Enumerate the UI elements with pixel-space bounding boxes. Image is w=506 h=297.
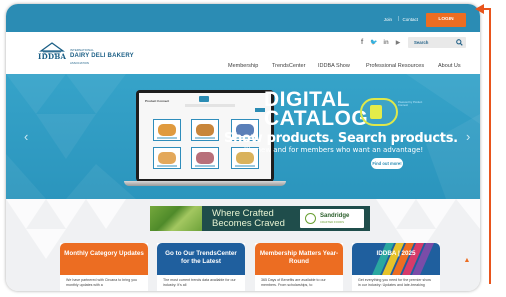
logo-name[interactable]: DAIRY DELI BAKERY [70, 53, 134, 59]
linkedin-icon[interactable]: in [382, 39, 390, 47]
topbar-separator: | [397, 16, 399, 22]
login-button[interactable]: LOGIN [426, 13, 466, 27]
catalog-product-tile [191, 147, 219, 169]
logo-abbrev: IDDBA [38, 52, 67, 61]
card-header [60, 243, 148, 275]
card-stripe-graphic [372, 243, 434, 275]
contact-link[interactable]: Contact [402, 17, 418, 22]
scroll-to-top-icon[interactable]: ▲ [461, 256, 473, 266]
product-connect-badge-icon [360, 98, 398, 126]
feature-card-trendscenter[interactable]: Go to Our TrendsCenter for the Latest Th… [157, 243, 245, 291]
site-header: IDDBA INTERNATIONAL DAIRY DELI BAKERY AS… [6, 32, 480, 74]
nav-trendscenter[interactable]: TrendsCenter [272, 63, 305, 69]
join-link[interactable]: Join [384, 17, 392, 22]
carousel-prev-arrow-icon[interactable]: ‹ [24, 130, 34, 144]
hero-tagline: Show products. Search products. [224, 131, 458, 146]
laptop-base [124, 181, 286, 186]
sandridge-logo-icon [305, 213, 316, 224]
lower-content-section: Where Crafted Becomes Craved Sandridge C… [6, 199, 480, 291]
twitter-icon[interactable]: 🐦 [370, 39, 378, 47]
sponsor-brand-sub: CRAFTED FOODS [320, 220, 344, 224]
feature-card-iddba-2025[interactable]: IDDBA | 2025 Get everything you need for… [352, 243, 440, 291]
card-title: Monthly Category Updates [64, 250, 144, 257]
feature-card-membership[interactable]: Membership Matters Year-Round 365 Days o… [255, 243, 343, 291]
card-body: 365 Days of Benefits are available to ou… [261, 278, 326, 287]
hero-title-line2: CATALOG [264, 107, 369, 130]
catalog-search-bar [185, 104, 235, 107]
hero-subline: It's new and for members who want an adv… [244, 146, 424, 154]
search-icon[interactable] [456, 39, 463, 46]
youtube-icon[interactable]: ▶ [394, 39, 402, 47]
nav-about-us[interactable]: About Us [438, 63, 461, 69]
annotation-line [489, 8, 491, 284]
product-connect-logo-icon [370, 105, 382, 119]
product-image [196, 124, 214, 136]
feature-card-monthly-updates[interactable]: Monthly Category Updates We have partner… [60, 243, 148, 291]
nav-membership[interactable]: Membership [228, 63, 258, 69]
card-title: IDDBA | 2025 [376, 250, 416, 257]
sponsor-brand-name: Sandridge [320, 213, 350, 219]
logo-international: INTERNATIONAL [70, 48, 94, 52]
search-field[interactable] [408, 37, 466, 48]
card-header [352, 243, 440, 275]
catalog-logo-icon [199, 96, 209, 102]
product-image [158, 124, 176, 136]
catalog-product-tile [191, 119, 219, 141]
sponsor-logo: Sandridge CRAFTED FOODS [300, 209, 364, 228]
ad-headline-line2: Becomes Craved [212, 218, 285, 229]
product-image [158, 152, 176, 164]
sponsor-ad-banner[interactable]: Where Crafted Becomes Craved Sandridge C… [150, 206, 370, 231]
browser-page-frame: Join | Contact LOGIN IDDBA INTERNATIONAL… [6, 4, 480, 291]
card-body: The most current trends data available f… [163, 278, 236, 287]
nav-professional-resources[interactable]: Professional Resources [366, 63, 424, 69]
search-input[interactable] [414, 39, 450, 46]
product-image [196, 152, 214, 164]
card-body: We have partnered with Circana to bring … [66, 278, 138, 287]
top-utility-bar: Join | Contact LOGIN [6, 4, 480, 32]
ad-food-photo [150, 206, 202, 231]
catalog-product-tile [153, 147, 181, 169]
badge-note: Powered by Product Connect [398, 101, 423, 107]
annotation-arrow-icon [475, 4, 484, 14]
carousel-next-arrow-icon[interactable]: › [466, 130, 476, 144]
find-out-more-button[interactable]: Find out more! [371, 158, 403, 169]
catalog-header: Product Connect [145, 99, 170, 103]
social-links: f 🐦 in ▶ [358, 39, 412, 49]
card-title: Go to Our TrendsCenter for the Latest [165, 250, 237, 265]
catalog-product-tile [153, 119, 181, 141]
card-title: Membership Matters Year-Round [259, 250, 339, 265]
logo-association: ASSOCIATION [70, 61, 89, 65]
hero-banner[interactable]: ‹ › Product Connect DIGITAL CATALOG Powe… [6, 74, 480, 199]
nav-iddba-show[interactable]: IDDBA Show [318, 63, 350, 69]
facebook-icon[interactable]: f [358, 39, 366, 47]
card-body: Get everything you need for the premier … [358, 278, 431, 287]
